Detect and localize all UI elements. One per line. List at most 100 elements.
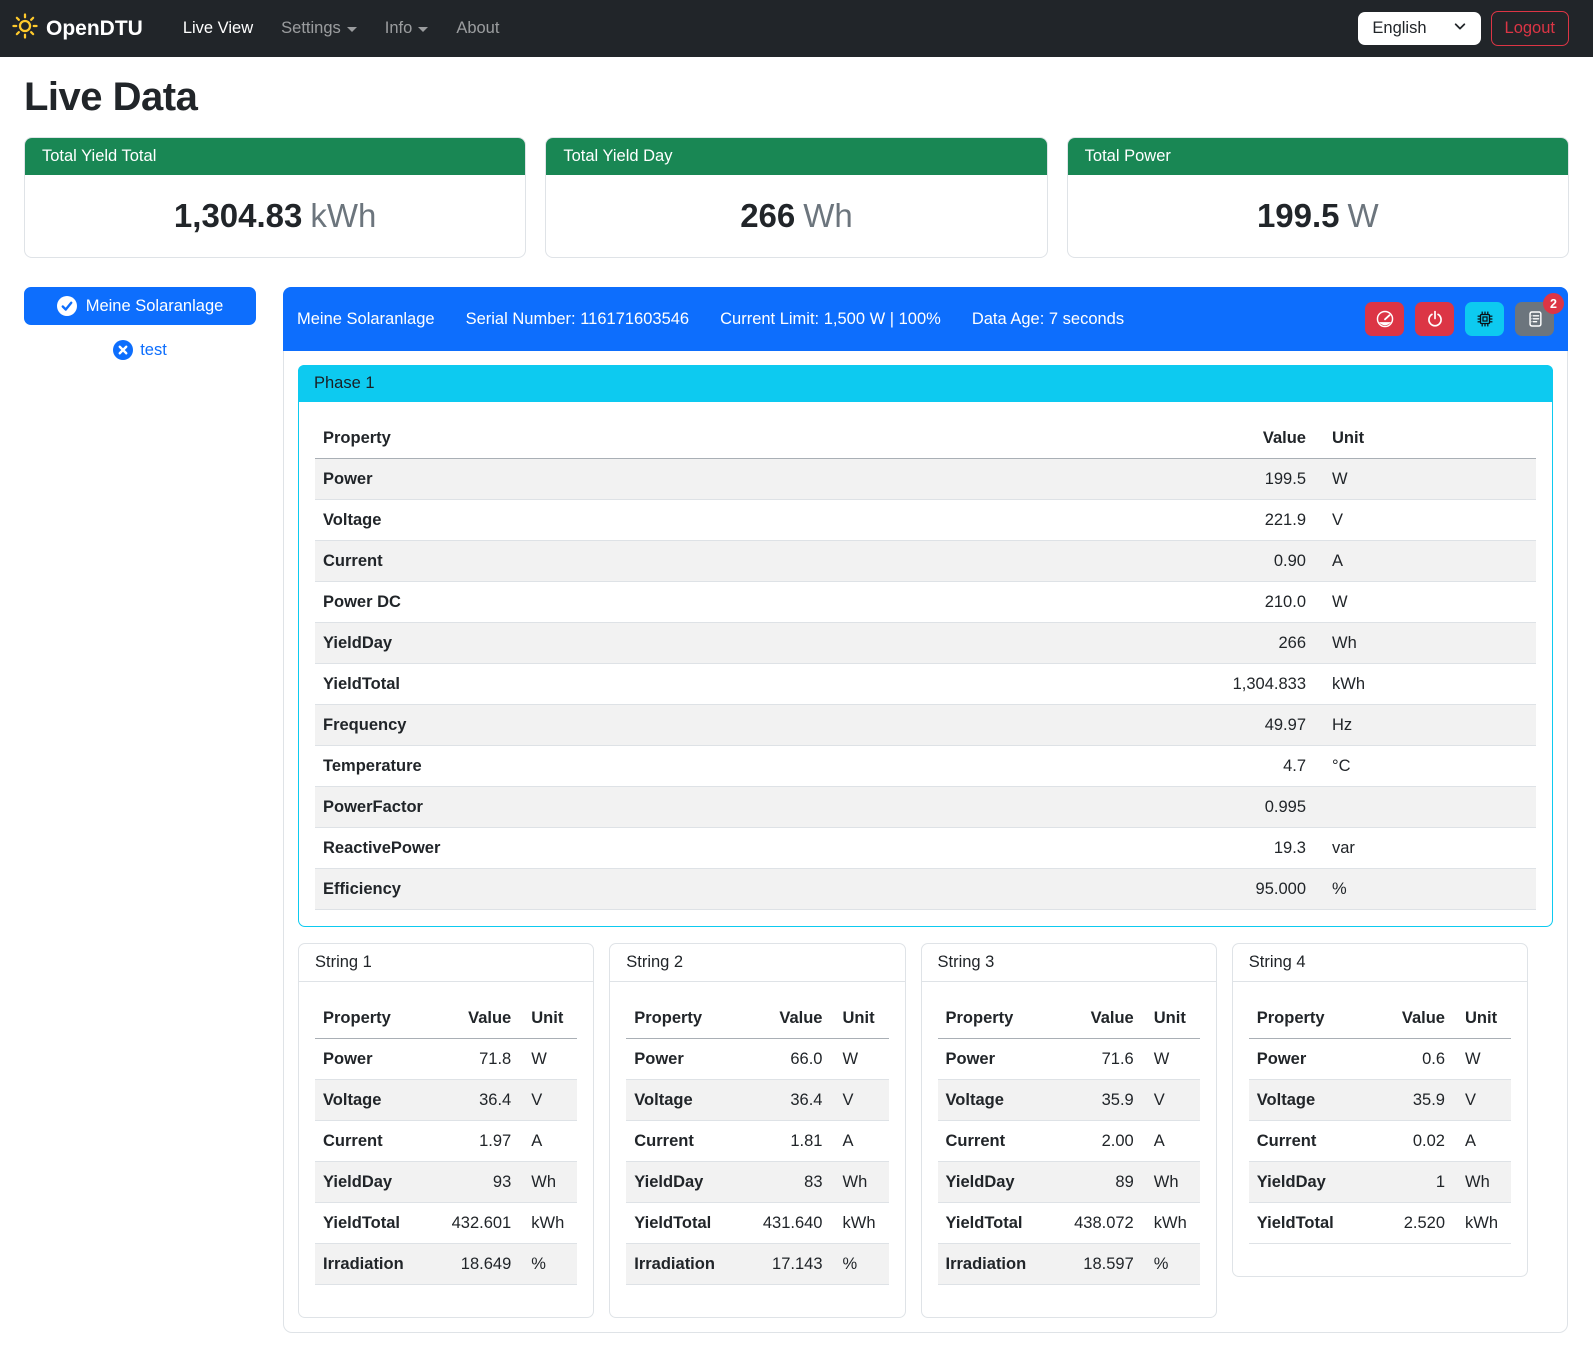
unit-cell: kWh	[519, 1203, 577, 1244]
caret-down-icon	[347, 27, 357, 32]
value-cell: 83	[741, 1162, 831, 1203]
value-cell: 1.97	[430, 1121, 520, 1162]
unit-cell: %	[1142, 1244, 1200, 1285]
string-card-title: String 3	[922, 944, 1216, 982]
unit-cell: %	[1314, 869, 1536, 910]
column-header-value: Value	[741, 998, 831, 1039]
table-header-row: Property Value Unit	[315, 418, 1536, 459]
table-row: PowerFactor0.995	[315, 787, 1536, 828]
string-table: Property Value Unit Power0.6WVoltage35.9…	[1249, 998, 1511, 1244]
unit-cell: kWh	[1142, 1203, 1200, 1244]
property-cell: Power	[315, 459, 913, 500]
main-row: Meine Solaranlage test Meine Solaranlage…	[24, 287, 1569, 1333]
property-cell: Voltage	[315, 1080, 430, 1121]
value-cell: 221.9	[913, 500, 1314, 541]
event-log-button[interactable]: 2	[1515, 302, 1554, 336]
logout-button[interactable]: Logout	[1491, 11, 1569, 46]
table-row: Current0.90A	[315, 541, 1536, 582]
language-select-value: English	[1372, 19, 1426, 38]
phase-panel-body: Property Value Unit Power199.5WVoltage22…	[299, 402, 1552, 926]
unit-cell	[1314, 787, 1536, 828]
table-row: YieldDay266Wh	[315, 623, 1536, 664]
summary-card-title: Total Yield Day	[546, 138, 1046, 175]
unit-cell: Wh	[1453, 1162, 1511, 1203]
property-cell: YieldDay	[938, 1162, 1053, 1203]
inverter-serial: Serial Number: 116171603546	[466, 310, 690, 329]
table-row: YieldTotal1,304.833kWh	[315, 664, 1536, 705]
nav-item-about[interactable]: About	[444, 11, 511, 46]
unit-cell: A	[1314, 541, 1536, 582]
property-cell: Voltage	[315, 500, 913, 541]
unit-cell: A	[1453, 1121, 1511, 1162]
value-cell: 210.0	[913, 582, 1314, 623]
inverter-card: Meine Solaranlage Serial Number: 1161716…	[283, 287, 1568, 1333]
value-cell: 71.8	[430, 1039, 520, 1080]
column-header-unit: Unit	[519, 998, 577, 1039]
table-row: YieldDay1Wh	[1249, 1162, 1511, 1203]
page-container: Live Data Total Yield Total 1,304.83kWh …	[0, 57, 1593, 1357]
table-row: YieldTotal438.072kWh	[938, 1203, 1200, 1244]
phase-table: Property Value Unit Power199.5WVoltage22…	[315, 418, 1536, 910]
unit-cell: Wh	[1142, 1162, 1200, 1203]
property-cell: Voltage	[938, 1080, 1053, 1121]
string-card-title: String 1	[299, 944, 593, 982]
table-row: Irradiation17.143%	[626, 1244, 888, 1285]
table-header-row: Property Value Unit	[1249, 998, 1511, 1039]
summary-unit: W	[1348, 197, 1379, 234]
power-button[interactable]	[1415, 302, 1454, 336]
nav-item-settings[interactable]: Settings	[269, 11, 369, 46]
unit-cell: V	[1453, 1080, 1511, 1121]
inverter-item-test[interactable]: test	[24, 340, 256, 360]
inverter-limit: Current Limit: 1,500 W | 100%	[720, 310, 941, 329]
inverter-selected-button[interactable]: Meine Solaranlage	[24, 287, 256, 325]
value-cell: 2.520	[1374, 1203, 1453, 1244]
property-cell: Frequency	[315, 705, 913, 746]
nav-item-info[interactable]: Info	[373, 11, 441, 46]
string-card-4: String 4 Property Value Unit	[1232, 943, 1528, 1277]
unit-cell: W	[1314, 582, 1536, 623]
summary-card-title: Total Yield Total	[25, 138, 525, 175]
unit-cell: A	[831, 1121, 889, 1162]
table-row: Voltage35.9V	[938, 1080, 1200, 1121]
property-cell: Current	[315, 541, 913, 582]
property-cell: ReactivePower	[315, 828, 913, 869]
phase-panel-title: Phase 1	[298, 365, 1553, 402]
summary-card-total-yield-day: Total Yield Day 266Wh	[545, 137, 1047, 258]
property-cell: YieldTotal	[626, 1203, 741, 1244]
language-select[interactable]: English	[1358, 12, 1480, 45]
journal-text-icon	[1526, 310, 1544, 328]
property-cell: YieldTotal	[1249, 1203, 1374, 1244]
inverter-selected-label: Meine Solaranlage	[86, 297, 224, 316]
table-row: Efficiency95.000%	[315, 869, 1536, 910]
restart-button[interactable]	[1465, 302, 1504, 336]
column-header-property: Property	[315, 418, 913, 459]
unit-cell: A	[519, 1121, 577, 1162]
value-cell: 0.02	[1374, 1121, 1453, 1162]
property-cell: Current	[1249, 1121, 1374, 1162]
table-row: YieldDay83Wh	[626, 1162, 888, 1203]
x-circle-icon	[113, 340, 133, 360]
limit-settings-button[interactable]	[1365, 302, 1404, 336]
property-cell: Voltage	[1249, 1080, 1374, 1121]
property-cell: YieldTotal	[315, 664, 913, 705]
table-row: YieldTotal432.601kWh	[315, 1203, 577, 1244]
nav-item-live-view[interactable]: Live View	[171, 11, 265, 46]
table-row: Power0.6W	[1249, 1039, 1511, 1080]
table-row: YieldDay93Wh	[315, 1162, 577, 1203]
value-cell: 36.4	[741, 1080, 831, 1121]
summary-card-total-yield-total: Total Yield Total 1,304.83kWh	[24, 137, 526, 258]
column-header-property: Property	[938, 998, 1053, 1039]
column-header-property: Property	[315, 998, 430, 1039]
property-cell: YieldTotal	[315, 1203, 430, 1244]
property-cell: YieldDay	[315, 623, 913, 664]
top-navbar: OpenDTU Live View Settings Info About En…	[0, 0, 1593, 57]
brand[interactable]: OpenDTU	[12, 13, 143, 44]
unit-cell: W	[1314, 459, 1536, 500]
value-cell: 35.9	[1374, 1080, 1453, 1121]
value-cell: 35.9	[1052, 1080, 1142, 1121]
column-header-property: Property	[626, 998, 741, 1039]
property-cell: Power	[938, 1039, 1053, 1080]
string-card-body: Property Value Unit Power71.6WVoltage35.…	[922, 982, 1216, 1317]
unit-cell: W	[1453, 1039, 1511, 1080]
property-cell: Temperature	[315, 746, 913, 787]
